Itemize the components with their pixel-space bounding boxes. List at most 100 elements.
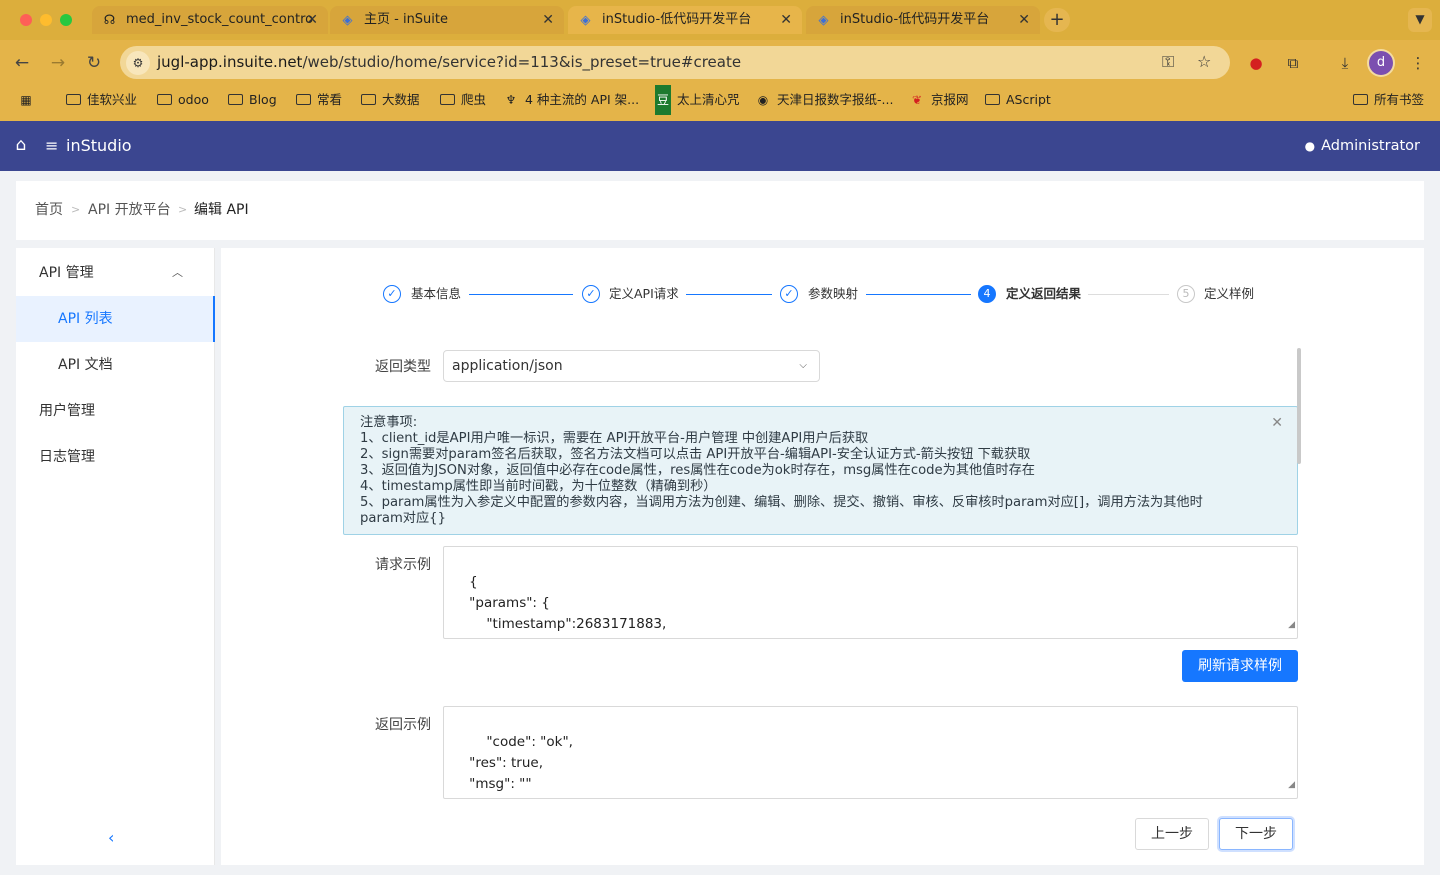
bookmark-label: 所有书签 (1374, 92, 1425, 107)
browser-tab[interactable]: ◈ 主页 - inSuite ✕ (330, 6, 564, 34)
step-check-icon: ✓ (780, 285, 798, 303)
home-icon[interactable]: ⌂ (11, 135, 31, 155)
download-icon[interactable]: ⤓ (1334, 52, 1356, 74)
request-example-textarea[interactable]: { "params": { "timestamp":2683171883, "c… (443, 546, 1298, 639)
bookmark-label: 京报网 (931, 92, 969, 107)
url-host: jugl-app.insuite.net (157, 53, 303, 71)
maximize-window-button[interactable] (60, 14, 72, 26)
app-header: ⌂ ≡ inStudio ● Administrator (0, 121, 1440, 171)
site-settings-icon[interactable]: ⚙ (126, 51, 150, 75)
response-example-text: "code": "ok", "res": true, "msg": "" } (452, 734, 573, 798)
chevron-down-icon[interactable]: ▼ (1408, 8, 1432, 32)
browser-tab[interactable]: ◈ inStudio-低代码开发平台 ✕ (806, 6, 1040, 34)
notice-alert: 注意事项: 1、client_id是API用户唯一标识，需要在 API开放平台-… (343, 406, 1298, 535)
extension-stop-icon[interactable]: ● (1245, 52, 1267, 74)
bookmark-folder[interactable]: 大数据 (361, 85, 420, 115)
bookmark-folder[interactable]: 佳软兴业 (66, 85, 137, 115)
return-type-label: 返回类型 (375, 359, 431, 375)
bookmark-label: 大数据 (382, 92, 420, 107)
step-label: 基本信息 (411, 286, 462, 301)
prev-step-button[interactable]: 上一步 (1135, 818, 1209, 850)
close-icon[interactable]: ✕ (1018, 6, 1030, 34)
avatar[interactable]: d (1369, 51, 1393, 75)
bookmark-label: AScript (1006, 92, 1051, 107)
minimize-window-button[interactable] (40, 14, 52, 26)
close-icon[interactable]: ✕ (780, 6, 792, 34)
step-check-icon: ✓ (582, 285, 600, 303)
menu-icon[interactable]: ≡ (45, 136, 61, 156)
response-example-textarea[interactable]: "code": "ok", "res": true, "msg": "" } ◢ (443, 706, 1298, 799)
close-icon[interactable]: ✕ (542, 6, 554, 34)
chevron-down-icon: ⌵ (799, 360, 807, 371)
new-tab-button[interactable]: + (1044, 8, 1070, 32)
reload-icon[interactable]: ↻ (82, 51, 106, 75)
bookmark-folder[interactable]: AScript (985, 85, 1051, 115)
breadcrumb-current: 编辑 API (194, 202, 249, 218)
star-icon[interactable]: ☆ (1197, 52, 1211, 71)
bookmark-label: 4 种主流的 API 架... (525, 92, 640, 107)
breadcrumb: 首页 > API 开放平台 > 编辑 API (16, 181, 1424, 240)
bookmark-link[interactable]: ◉ 天津日报数字报纸-... (755, 85, 894, 115)
breadcrumb-separator: > (71, 203, 81, 216)
app-title: inStudio (66, 136, 132, 155)
key-icon[interactable]: ⚿ (1162, 52, 1174, 72)
forward-arrow-icon[interactable]: → (46, 51, 70, 75)
all-bookmarks[interactable]: 所有书签 (1353, 85, 1424, 115)
back-arrow-icon[interactable]: ← (10, 51, 34, 75)
step-connector (686, 294, 772, 295)
resize-handle-icon[interactable]: ◢ (1288, 615, 1295, 636)
link-icon: ♆ (505, 93, 517, 107)
user-menu[interactable]: ● Administrator (1305, 121, 1420, 171)
breadcrumb-home[interactable]: 首页 (35, 181, 63, 239)
bookmark-folder[interactable]: Blog (228, 85, 277, 115)
insuite-icon: ◈ (818, 13, 829, 28)
step-label: 定义API请求 (609, 286, 679, 301)
resize-handle-icon[interactable]: ◢ (1288, 775, 1295, 796)
bookmark-folder[interactable]: 爬虫 (440, 85, 486, 115)
collapse-sidebar-icon[interactable]: ‹ (108, 828, 114, 847)
sidebar-item-api-docs[interactable]: API 文档 (16, 342, 215, 388)
bookmark-link[interactable]: ♆ 4 种主流的 API 架... (503, 85, 639, 115)
puzzle-icon[interactable]: ⧉ (1282, 52, 1304, 74)
bookmark-folder[interactable]: odoo (157, 85, 209, 115)
notice-line: 4、timestamp属性即当前时间戳，为十位整数（精确到秒） (360, 479, 717, 494)
next-step-button[interactable]: 下一步 (1219, 818, 1293, 850)
notice-line: param对应{} (360, 511, 446, 526)
insuite-icon: ◈ (580, 13, 591, 28)
folder-icon (296, 94, 311, 105)
request-example-label: 请求示例 (375, 557, 431, 573)
close-icon[interactable]: ✕ (306, 6, 318, 34)
sidebar-item-label: 日志管理 (39, 449, 95, 465)
notice-line: 3、返回值为JSON对象，返回值中必存在code属性，res属性在code为ok… (360, 463, 1035, 478)
address-bar[interactable]: ⚙ jugl-app.insuite.net/web/studio/home/s… (120, 46, 1230, 79)
sidebar: API 管理 ︿ API 列表 API 文档 用户管理 日志管理 ‹ (16, 248, 215, 865)
bookmark-link[interactable]: 豆太上清心咒 (655, 85, 740, 115)
bookmark-label: 天津日报数字报纸-... (777, 92, 894, 107)
sidebar-item-api-list[interactable]: API 列表 (16, 296, 215, 342)
response-example-label: 返回示例 (375, 717, 431, 733)
tab-title: med_inv_stock_count_contro (126, 12, 314, 27)
bookmark-label: 太上清心咒 (677, 92, 740, 107)
more-vertical-icon[interactable]: ⋮ (1407, 52, 1429, 74)
apps-grid-icon[interactable]: ▦ (18, 85, 40, 115)
close-window-button[interactable] (20, 14, 32, 26)
sidebar-item-logs[interactable]: 日志管理 (16, 434, 215, 480)
bookmark-folder[interactable]: 常看 (296, 85, 342, 115)
browser-tab[interactable]: ☊ med_inv_stock_count_contro ✕ (92, 6, 328, 34)
return-type-select[interactable]: application/json ⌵ (443, 350, 820, 382)
step-label: 定义样例 (1204, 286, 1255, 301)
step-current-indicator: 4 (978, 285, 996, 303)
tab-title: 主页 - inSuite (364, 12, 449, 27)
bookmark-link[interactable]: ❦ 京报网 (909, 85, 969, 115)
sidebar-item-users[interactable]: 用户管理 (16, 388, 215, 434)
url-path: /web/studio/home/service?id=113&is_prese… (302, 53, 742, 71)
breadcrumb-api-platform[interactable]: API 开放平台 (88, 181, 171, 239)
close-icon[interactable]: ✕ (1271, 415, 1283, 431)
browser-tab-active[interactable]: ◈ inStudio-低代码开发平台 ✕ (568, 6, 802, 34)
bookmarks-bar: ▦ 佳软兴业 odoo Blog 常看 大数据 爬虫 ♆ 4 种主流的 API 架… (0, 85, 1440, 121)
user-name: Administrator (1321, 138, 1420, 154)
refresh-request-example-button[interactable]: 刷新请求样例 (1182, 650, 1298, 682)
scrollbar[interactable] (1297, 348, 1301, 464)
step-connector (469, 294, 573, 295)
sidebar-group-api[interactable]: API 管理 ︿ (16, 250, 215, 296)
